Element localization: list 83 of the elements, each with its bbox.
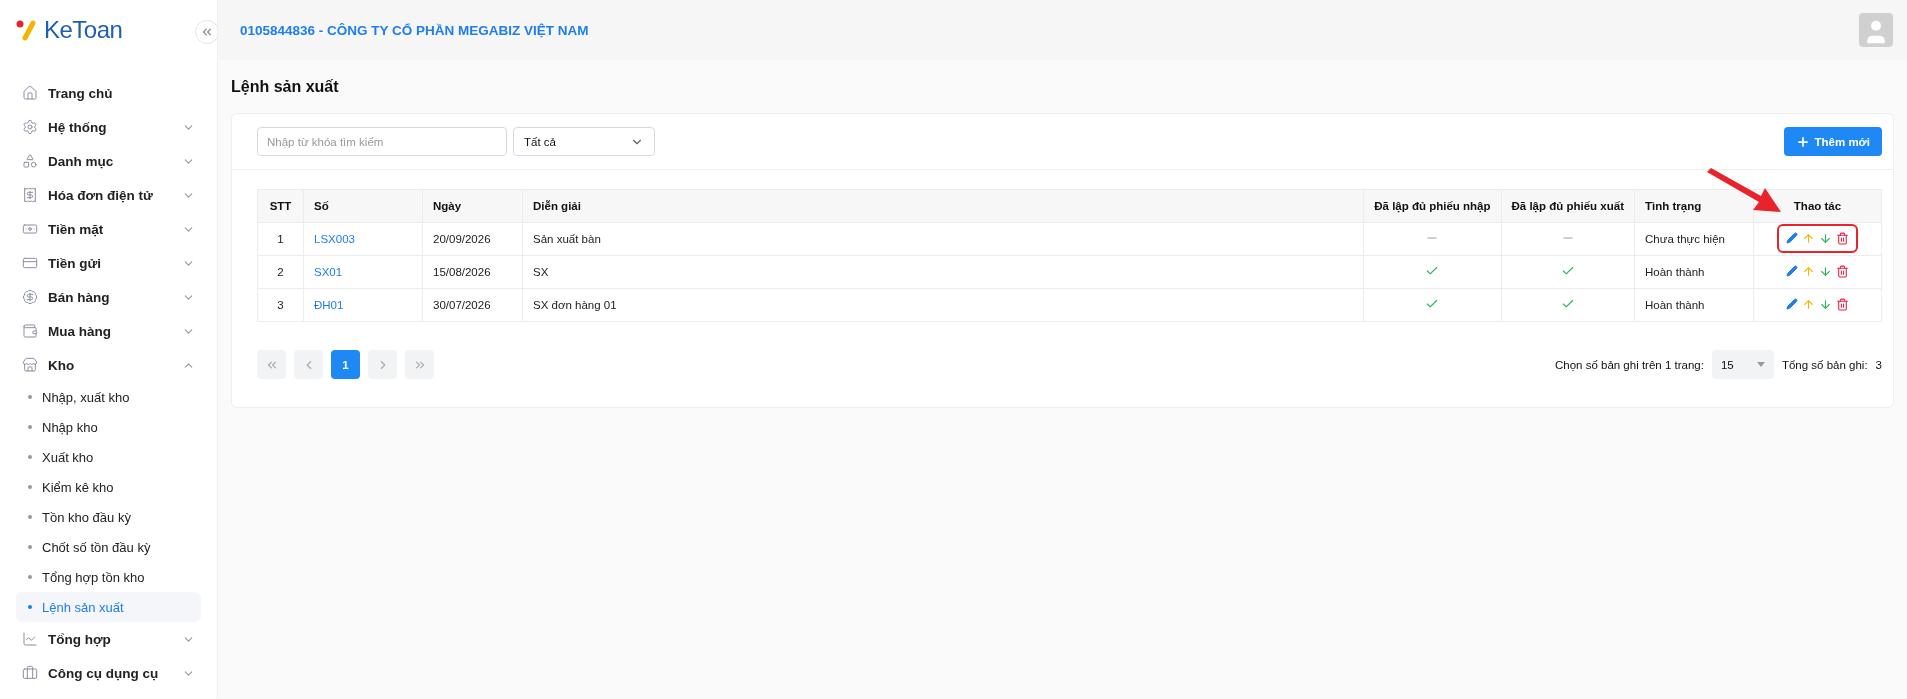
arrow-down-icon[interactable]: [1819, 297, 1832, 311]
first-page-button[interactable]: [257, 350, 286, 379]
sidebar-item[interactable]: Kho: [16, 348, 201, 382]
company-name: 0105844836 - CÔNG TY CỔ PHẦN MEGABIZ VIỆT NAM: [240, 22, 589, 38]
card-icon: [22, 255, 38, 271]
sidebar-subitem[interactable]: Chốt số tồn đầu kỳ: [16, 532, 201, 562]
column-header: Tình trạng: [1645, 200, 1702, 212]
collapse-button[interactable]: [195, 20, 217, 44]
logo-text: KeToan: [44, 16, 123, 44]
arrow-up-icon[interactable]: [1802, 264, 1815, 278]
sidebar-item[interactable]: Mua hàng: [16, 314, 201, 348]
home-icon: [22, 85, 38, 101]
collapse-icon: [200, 25, 214, 39]
avatar: [1859, 13, 1893, 47]
table-cell: Sản xuất bàn: [533, 233, 601, 245]
edit-icon[interactable]: [1786, 232, 1798, 245]
delete-icon[interactable]: [1836, 231, 1849, 245]
edit-icon[interactable]: [1786, 265, 1798, 278]
store-icon: [22, 357, 38, 373]
table-cell: 15/08/2026: [433, 266, 491, 278]
cash-icon: [22, 221, 38, 237]
column-header: Đã lập đủ phiếu nhập: [1374, 200, 1491, 212]
arrow-down-icon[interactable]: [1819, 231, 1832, 245]
table-cell: 2: [277, 266, 284, 278]
total-count: 3: [1875, 358, 1882, 371]
table-cell: 30/07/2026: [433, 299, 491, 311]
table-cell: SX đơn hàng 01: [533, 299, 617, 311]
sidebar-item[interactable]: Tổng hợp: [16, 622, 201, 656]
sidebar-subitem[interactable]: Lệnh sản xuất: [16, 592, 201, 622]
table-cell: 20/09/2026: [433, 233, 491, 245]
record-link[interactable]: SX01: [314, 266, 343, 278]
per-page-select[interactable]: 15: [1711, 350, 1774, 379]
settings-icon: [22, 119, 38, 135]
table-cell: Hoàn thành: [1645, 266, 1705, 278]
sidebar-subitem[interactable]: Nhập, xuất kho: [16, 382, 201, 412]
sidebar-item[interactable]: Tiền mặt: [16, 212, 201, 246]
logo-icon: [16, 19, 38, 41]
total-label: Tổng số bản ghi:: [1781, 358, 1868, 371]
column-header: STT: [269, 200, 292, 212]
sidebar-subitem[interactable]: Kiểm kê kho: [16, 472, 201, 502]
grid-icon: [22, 153, 38, 169]
sidebar-item[interactable]: Công cụ dụng cụ: [16, 656, 201, 690]
last-page-button[interactable]: [405, 350, 434, 379]
edit-icon[interactable]: [1786, 298, 1798, 311]
column-header: Đã lập đủ phiếu xuất: [1511, 200, 1624, 212]
add-button[interactable]: Thêm mới: [1783, 127, 1882, 156]
arrow-down-icon[interactable]: [1819, 264, 1832, 278]
record-link[interactable]: ĐH01: [314, 299, 344, 311]
arrow-up-icon[interactable]: [1802, 231, 1815, 245]
search-field[interactable]: Nhập từ khóa tìm kiếm: [257, 127, 507, 156]
sidebar-subitem[interactable]: Nhập kho: [16, 412, 201, 442]
column-header: Diễn giải: [533, 200, 581, 212]
delete-icon[interactable]: [1836, 297, 1849, 311]
table-cell: SX: [533, 266, 549, 278]
briefcase-icon: [22, 665, 38, 681]
filter-select[interactable]: Tất cả: [513, 127, 655, 156]
sidebar-item[interactable]: Hóa đơn điện tử: [16, 178, 201, 212]
wallet-icon: [22, 323, 38, 339]
per-page-label: Chọn số bản ghi trên 1 trang:: [1554, 358, 1704, 371]
sidebar-subitem[interactable]: Tổng hợp tồn kho: [16, 562, 201, 592]
table-cell: Chưa thực hiện: [1645, 233, 1725, 245]
sidebar-item[interactable]: Danh mục: [16, 144, 201, 178]
caret-icon: [1756, 362, 1765, 367]
chart-icon: [22, 631, 38, 647]
column-header: Thao tác: [1793, 200, 1842, 212]
table-cell: 1: [277, 233, 284, 245]
receipt-icon: [22, 187, 38, 203]
sidebar-item[interactable]: Trang chủ: [16, 76, 201, 110]
sidebar-subitem[interactable]: Tồn kho đầu kỳ: [16, 502, 201, 532]
delete-icon[interactable]: [1836, 264, 1849, 278]
sidebar-item[interactable]: Hệ thống: [16, 110, 201, 144]
plus-icon: [1795, 134, 1810, 149]
sidebar-item[interactable]: Bán hàng: [16, 280, 201, 314]
page-button[interactable]: 1: [331, 350, 360, 379]
table-cell: 3: [277, 299, 284, 311]
column-header: Số: [314, 200, 329, 212]
page-title: Lệnh sản xuất: [231, 78, 340, 96]
sidebar-item[interactable]: Tiền gửi: [16, 246, 201, 280]
table-cell: Hoàn thành: [1645, 299, 1705, 311]
arrow-up-icon[interactable]: [1802, 297, 1815, 311]
record-link[interactable]: LSX003: [314, 233, 355, 245]
column-header: Ngày: [433, 200, 462, 212]
sidebar-subitem[interactable]: Xuất kho: [16, 442, 201, 472]
